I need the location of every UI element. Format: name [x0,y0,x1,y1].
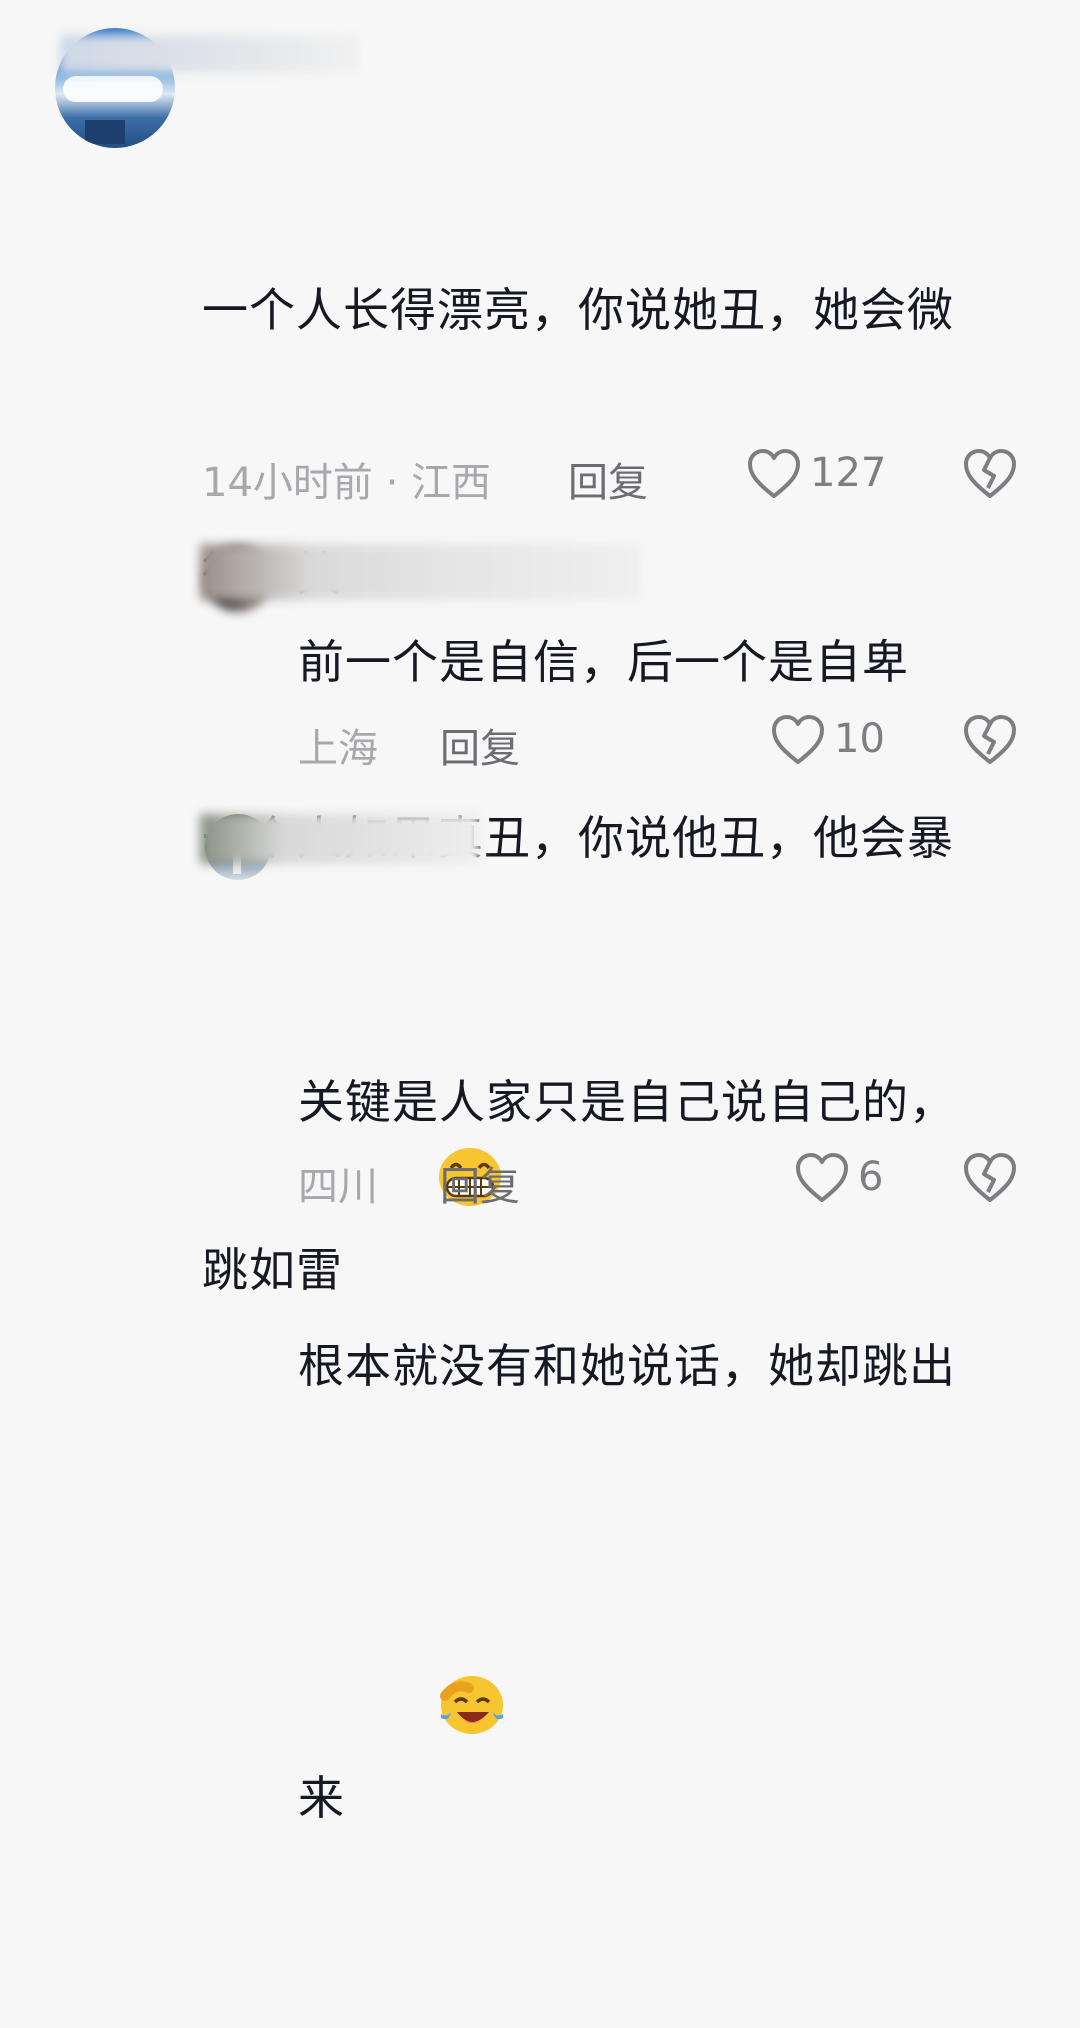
username-blurred[interactable] [200,544,640,600]
comment-location: 江西 [411,460,492,506]
meta-separator: · [385,460,399,506]
username-blurred[interactable] [60,35,360,73]
heart-icon[interactable] [770,714,826,766]
comment-line: 关键是人家只是自己说自己的， [298,1075,956,1129]
reply-button[interactable]: 回复 [440,716,520,774]
like-count: 10 [834,716,885,762]
comment-line: 来 [298,1586,1058,1852]
broken-heart-icon[interactable] [962,714,1018,766]
username-blurred[interactable] [200,814,480,864]
broken-heart-icon[interactable] [962,448,1018,500]
comment-line: 一个人长得漂亮，你说她丑，她会微 [202,283,954,337]
comment-3: 关键是人家只是自己说自己的， 根本就没有和她说话，她却跳出 来 四川 回复 6 [0,800,1080,1825]
comment-2: 前一个是自信，后一个是自卑 上海 回复 10 [0,530,1080,800]
heart-icon[interactable] [794,1152,850,1204]
comment-time: 14小时前 [202,460,373,506]
comment-meta: 14小时前 · 江西 [202,450,491,508]
comment-line: 根本就没有和她说话，她却跳出 [298,1339,956,1393]
comment-text: 前一个是自信，后一个是自卑 [298,635,909,689]
heart-icon[interactable] [746,448,802,500]
laughing-crying-face-emoji [345,1586,505,1852]
reply-button[interactable]: 回复 [568,450,648,508]
comment-text: 关键是人家只是自己说自己的， 根本就没有和她说话，她却跳出 来 [298,882,1058,2028]
comment-location: 上海 [298,726,378,772]
comment-location: 四川 [298,1164,378,1210]
like-count: 127 [810,450,887,496]
like-count: 6 [858,1154,884,1200]
comment-1: 一个人长得漂亮，你说她丑，她会微 微一笑 一个人如果真丑，你说他丑，他会暴 跳如… [0,0,1080,1297]
reply-button[interactable]: 回复 [440,1154,520,1212]
broken-heart-icon[interactable] [962,1152,1018,1204]
